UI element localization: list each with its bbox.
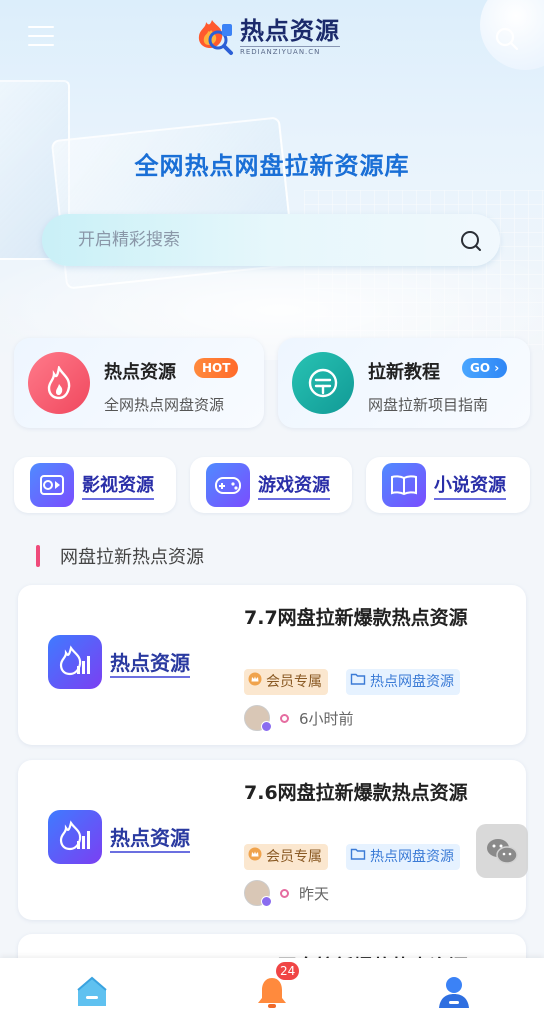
post-time: 昨天 (299, 884, 330, 903)
home-icon[interactable] (72, 972, 112, 1012)
tag-category[interactable]: 热点网盘资源 (346, 844, 460, 870)
notification-badge: 24 (276, 962, 300, 980)
resource-meta: 昨天 (244, 880, 330, 907)
tag-vip[interactable]: 会员专属 (244, 669, 328, 695)
time-dot-icon (280, 888, 289, 898)
folder-icon (350, 844, 366, 870)
logo-subtitle: REDIANZIYUAN.CN (240, 46, 340, 56)
section-title: 网盘拉新热点资源 (60, 547, 204, 568)
film-icon (30, 463, 74, 507)
wechat-icon (487, 839, 518, 864)
search-icon[interactable] (458, 228, 484, 254)
avatar[interactable] (244, 880, 272, 907)
go-badge: GO › (462, 358, 508, 378)
resource-title[interactable]: 7.7网盘拉新爆款热点资源 (244, 603, 468, 630)
post-time: 6小时前 (299, 709, 354, 728)
gamepad-icon (206, 463, 250, 507)
avatar[interactable] (244, 705, 272, 732)
section-header: 网盘拉新热点资源 (36, 543, 204, 569)
menu-icon[interactable] (28, 26, 54, 48)
go-badge-label: GO (470, 361, 491, 375)
feature-card-tutorial[interactable]: 拉新教程 GO › 网盘拉新项目指南 (278, 338, 530, 428)
tag-label: 热点网盘资源 (370, 849, 454, 865)
resource-meta: 6小时前 (244, 705, 354, 732)
category-video[interactable]: 影视资源 (14, 457, 176, 513)
chevron-right-icon: › (494, 361, 500, 375)
logo-title: 热点资源 (240, 17, 340, 45)
verified-icon (261, 721, 272, 732)
tag-label: 会员专属 (266, 674, 322, 690)
feature-title: 热点资源 (104, 362, 176, 383)
category-novels[interactable]: 小说资源 (366, 457, 530, 513)
search-icon[interactable] (494, 26, 520, 52)
feature-subtitle: 全网热点网盘资源 (104, 396, 225, 414)
resource-thumbnail: 热点资源 (48, 635, 190, 689)
flame-chart-icon (48, 810, 102, 864)
resource-thumbnail: 热点资源 (48, 810, 190, 864)
user-icon[interactable] (434, 972, 474, 1012)
folder-icon (350, 669, 366, 695)
search-input[interactable] (78, 214, 438, 266)
crown-icon (248, 844, 262, 870)
crown-icon (248, 669, 262, 695)
feature-card-hot-resources[interactable]: 热点资源 HOT 全网热点网盘资源 (14, 338, 264, 428)
flame-search-icon (196, 16, 236, 58)
bottom-nav (0, 958, 544, 1024)
flame-icon (28, 352, 90, 414)
tag-vip[interactable]: 会员专属 (244, 844, 328, 870)
resource-card[interactable]: 热点资源 7.7网盘拉新爆款热点资源 会员专属 热点网盘资源 6小时前 (18, 585, 526, 745)
tag-label: 会员专属 (266, 849, 322, 865)
category-games[interactable]: 游戏资源 (190, 457, 352, 513)
resource-title[interactable]: 7.6网盘拉新爆款热点资源 (244, 778, 468, 805)
wechat-float-button[interactable] (476, 824, 528, 878)
category-label: 小说资源 (434, 471, 506, 500)
category-label: 游戏资源 (258, 471, 330, 500)
tag-label: 热点网盘资源 (370, 674, 454, 690)
thumbnail-label: 热点资源 (110, 647, 190, 678)
time-dot-icon (280, 713, 289, 723)
thumbnail-label: 热点资源 (110, 822, 190, 853)
verified-icon (261, 896, 272, 907)
feature-subtitle: 网盘拉新项目指南 (368, 396, 489, 414)
section-accent-bar (36, 545, 40, 567)
flame-chart-icon (48, 635, 102, 689)
coin-icon (292, 352, 354, 414)
site-logo[interactable]: 热点资源 REDIANZIYUAN.CN (196, 14, 356, 60)
resource-card[interactable]: 热点资源 7.6网盘拉新爆款热点资源 会员专属 热点网盘资源 昨天 (18, 760, 526, 920)
feature-title: 拉新教程 (368, 362, 440, 383)
search-bar[interactable] (42, 214, 500, 266)
book-icon (382, 463, 426, 507)
category-label: 影视资源 (82, 471, 154, 500)
page-headline: 全网热点网盘拉新资源库 (134, 152, 410, 180)
tag-category[interactable]: 热点网盘资源 (346, 669, 460, 695)
hot-badge: HOT (194, 358, 239, 378)
